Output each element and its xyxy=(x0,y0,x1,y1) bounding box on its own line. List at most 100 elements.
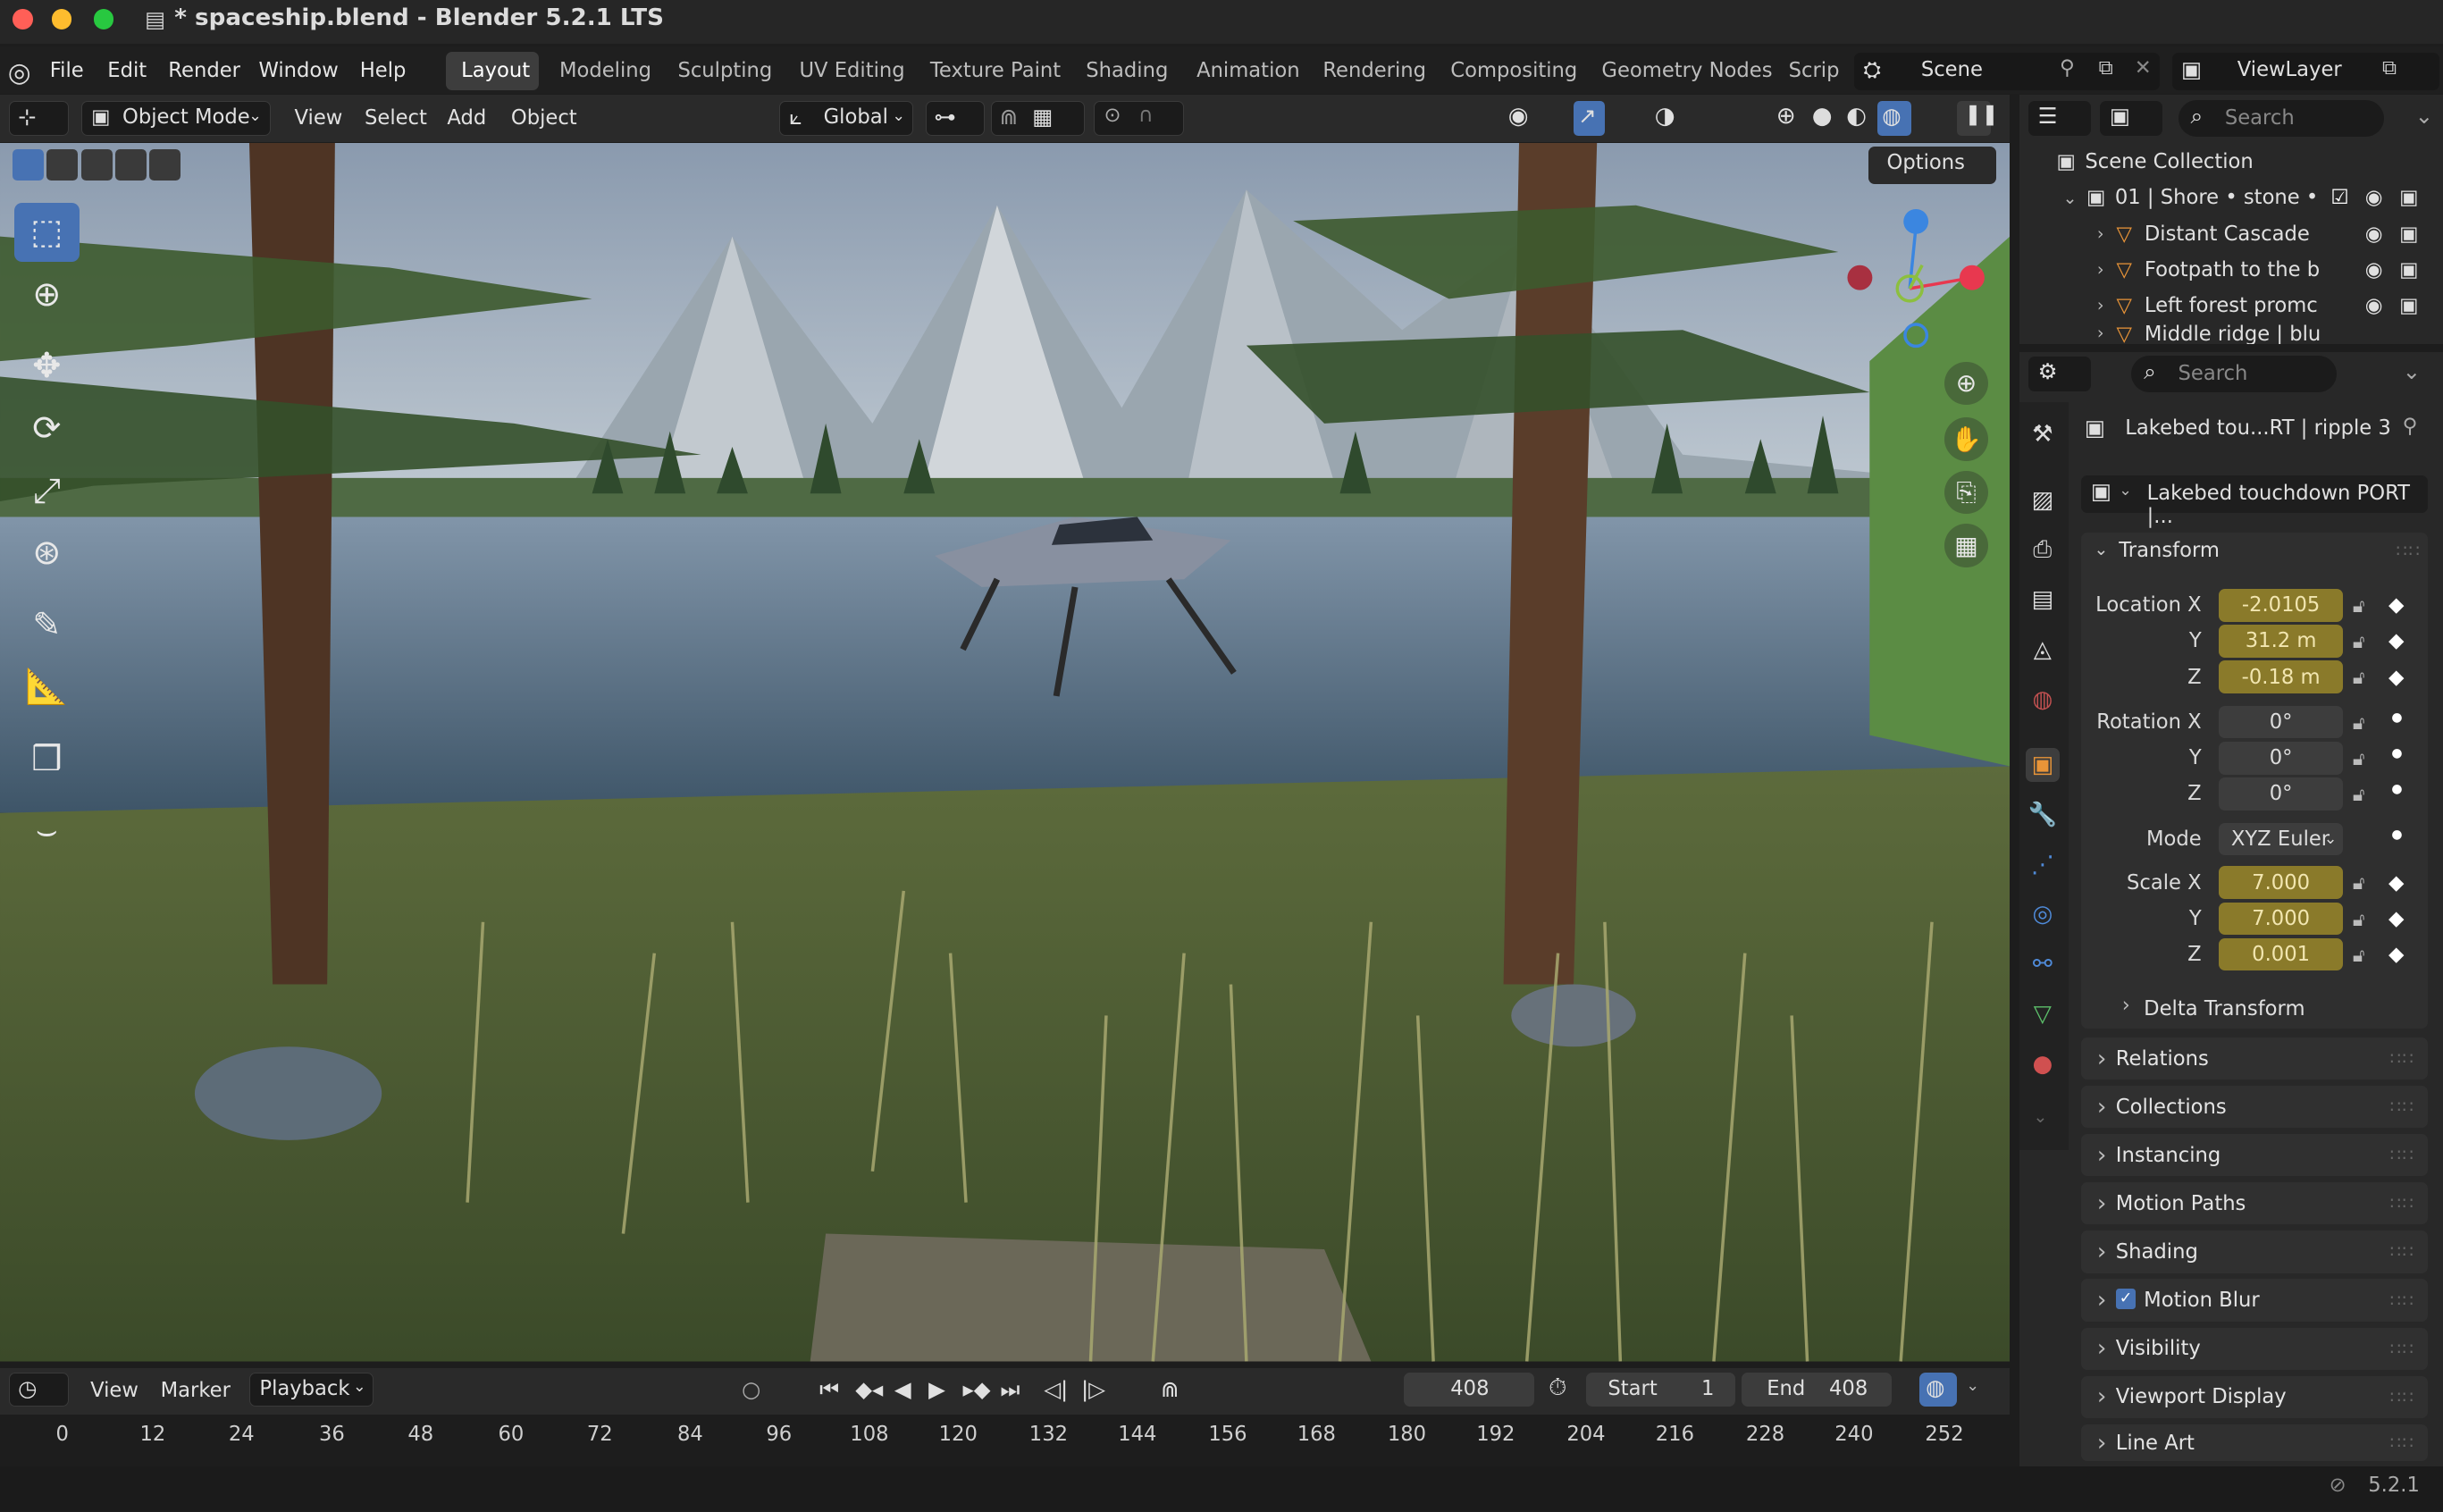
keyframe-icon[interactable]: ◆ xyxy=(2388,629,2404,652)
tab-output[interactable]: ⎙ xyxy=(2026,533,2060,567)
select-new-button[interactable] xyxy=(12,149,44,181)
outliner-collection-row[interactable]: ⌄ ▣ 01 | Shore • stone • ☑ ◉ ▣ xyxy=(2026,181,2437,214)
tab-render[interactable]: ▨ xyxy=(2026,483,2060,517)
tab-view-layer[interactable]: ▤ xyxy=(2026,583,2060,617)
keyframe-icon[interactable]: ◆ xyxy=(2388,943,2404,966)
tab-uv-editing[interactable]: UV Editing xyxy=(799,59,904,82)
tab-animation[interactable]: Animation xyxy=(1196,59,1300,82)
end-frame-field[interactable]: End 408 xyxy=(1742,1373,1892,1407)
drag-grip-icon[interactable]: ∷∷ xyxy=(2390,1241,2415,1262)
object-datablock-field[interactable]: ▣ ⌄ Lakebed touchdown PORT |... xyxy=(2081,475,2428,528)
navigation-gizmo[interactable] xyxy=(1838,203,1994,358)
outliner-item[interactable]: › ▽ Distant Cascade ◉ ▣ xyxy=(2026,216,2437,250)
eye-icon[interactable]: ◉ xyxy=(2365,294,2383,317)
filter-icon[interactable]: ⌄ xyxy=(2415,103,2433,129)
properties-editor-type[interactable]: ⚙ xyxy=(2028,357,2091,391)
jump-start-icon[interactable]: ⏮ xyxy=(819,1376,839,1402)
timeline-menu-marker[interactable]: Marker xyxy=(161,1379,231,1402)
select-intersect-button[interactable] xyxy=(149,149,181,181)
rotation-z-field[interactable]: 0° xyxy=(2218,777,2344,811)
tab-modeling[interactable]: Modeling xyxy=(559,59,651,82)
view-layer-selector[interactable]: ▣ ViewLayer ⧉ xyxy=(2171,53,2440,91)
drag-grip-icon[interactable]: ∷∷ xyxy=(2390,1290,2415,1311)
drag-grip-icon[interactable]: ∷∷ xyxy=(2390,1432,2415,1453)
tab-scene[interactable]: ◬ xyxy=(2026,633,2060,667)
pan-navigation-button[interactable]: ✋ xyxy=(1944,417,1988,462)
keyframe-icon[interactable]: ◆ xyxy=(2388,593,2404,617)
lock-icon[interactable]: 🔓︎ xyxy=(2353,945,2365,967)
keyframe-dot-icon[interactable]: ● xyxy=(2391,782,2402,796)
tab-tool[interactable]: ⚒ xyxy=(2026,417,2060,451)
visibility-eye-icon[interactable]: ◉ xyxy=(1508,103,1529,130)
viewport-menu-select[interactable]: Select xyxy=(365,106,427,130)
play-reverse-icon[interactable]: ◀ xyxy=(894,1376,911,1402)
current-frame-field[interactable]: 408 xyxy=(1403,1373,1535,1407)
chevron-right-icon[interactable]: › xyxy=(2097,323,2104,343)
viewport-menu-add[interactable]: Add xyxy=(447,106,486,130)
perspective-toggle-button[interactable]: ▦ xyxy=(1944,523,1988,567)
section-viewport-display[interactable]: Viewport Display ∷∷ xyxy=(2081,1375,2428,1418)
scale-z-field[interactable]: 0.001 xyxy=(2218,937,2344,971)
drag-grip-icon[interactable]: ∷∷ xyxy=(2390,1096,2415,1117)
move-tool[interactable]: ✥ xyxy=(14,337,80,396)
chevron-down-icon[interactable]: ⌄ xyxy=(2033,1106,2047,1127)
drag-grip-icon[interactable]: ∷∷ xyxy=(2390,1048,2415,1069)
eye-icon[interactable]: ◉ xyxy=(2365,223,2383,246)
new-view-layer-icon[interactable]: ⧉ xyxy=(2382,56,2397,80)
chevron-right-icon[interactable]: › xyxy=(2097,259,2104,280)
location-y-field[interactable]: 31.2 m xyxy=(2218,625,2344,658)
tab-rendering[interactable]: Rendering xyxy=(1322,59,1426,82)
keyframe-icon[interactable]: ◆ xyxy=(2388,666,2404,689)
display-mode-dropdown[interactable]: ▣ xyxy=(2100,101,2163,136)
3d-viewport[interactable] xyxy=(0,143,2011,1362)
minimize-window-button[interactable] xyxy=(51,9,72,30)
viewport-menu-view[interactable]: View xyxy=(295,106,343,130)
motion-blur-checkbox[interactable]: ✓ xyxy=(2115,1288,2137,1309)
section-motion-blur[interactable]: ✓ Motion Blur ∷∷ xyxy=(2081,1279,2428,1322)
section-visibility[interactable]: Visibility ∷∷ xyxy=(2081,1327,2428,1370)
drag-grip-icon[interactable]: ∷∷ xyxy=(2390,1339,2415,1359)
start-frame-field[interactable]: Start 1 xyxy=(1585,1373,1736,1407)
tab-scripting[interactable]: Scrip xyxy=(1789,59,1842,82)
timeline-editor-type[interactable]: ◷ xyxy=(9,1373,69,1407)
lock-icon[interactable]: 🔓︎ xyxy=(2353,784,2365,806)
select-subtract-button[interactable] xyxy=(80,149,113,181)
menu-window[interactable]: Window xyxy=(258,59,338,82)
proportional-edit-toggle[interactable]: ⊙ ∩ xyxy=(1094,101,1185,136)
section-line-art[interactable]: Line Art ∷∷ xyxy=(2081,1424,2428,1462)
chevron-down-icon[interactable]: ⌄ xyxy=(2403,358,2421,384)
section-instancing[interactable]: Instancing ∷∷ xyxy=(2081,1134,2428,1177)
wireframe-shading-icon[interactable]: ⊕ xyxy=(1776,103,1796,130)
render-camera-icon[interactable]: ▣ xyxy=(2399,294,2418,317)
timeline-menu-view[interactable]: View xyxy=(90,1379,139,1402)
timeline-ruler[interactable] xyxy=(0,1415,2011,1462)
blender-logo-icon[interactable]: ◎ xyxy=(8,56,31,88)
options-dropdown[interactable]: Options xyxy=(1868,146,1996,184)
material-shading-icon[interactable]: ◐ xyxy=(1846,103,1867,130)
viewport-menu-object[interactable]: Object xyxy=(511,106,577,130)
lock-icon[interactable]: 🔓︎ xyxy=(2353,872,2365,895)
render-camera-icon[interactable]: ▣ xyxy=(2399,186,2418,209)
jump-keyframe-forward-icon[interactable]: ▸◆ xyxy=(963,1376,991,1402)
transform-header[interactable]: ⌄ Transform ∷∷ xyxy=(2091,538,2419,569)
stopwatch-icon[interactable]: ⏱ xyxy=(1549,1374,1566,1402)
tab-material[interactable]: ● xyxy=(2026,1047,2060,1081)
tab-layout[interactable]: Layout xyxy=(461,59,530,82)
annotate-tool[interactable]: ✎ xyxy=(14,595,80,654)
select-box-tool[interactable]: ⬚ xyxy=(13,202,80,262)
tab-physics[interactable]: ◎ xyxy=(2026,897,2060,931)
jump-keyframe-back-icon[interactable]: ◆◂ xyxy=(855,1376,883,1402)
orientation-dropdown[interactable]: ⟀ Global ⌄ xyxy=(778,101,913,136)
lock-icon[interactable]: 🔓︎ xyxy=(2353,631,2365,653)
section-collections[interactable]: Collections ∷∷ xyxy=(2081,1086,2428,1129)
tab-compositing[interactable]: Compositing xyxy=(1450,59,1577,82)
scale-tool[interactable]: ⤢ xyxy=(14,461,80,520)
chevron-down-icon[interactable]: ⌄ xyxy=(1966,1377,1979,1395)
tab-object[interactable]: ▣ xyxy=(2025,747,2061,783)
keyframe-dot-icon[interactable]: ● xyxy=(2391,746,2402,760)
eye-icon[interactable]: ◉ xyxy=(2365,186,2383,209)
zoom-window-button[interactable] xyxy=(93,9,114,30)
tab-sculpting[interactable]: Sculpting xyxy=(677,59,772,82)
drag-grip-icon[interactable]: ∷∷ xyxy=(2390,1145,2415,1165)
section-relations[interactable]: Relations ∷∷ xyxy=(2081,1037,2428,1080)
